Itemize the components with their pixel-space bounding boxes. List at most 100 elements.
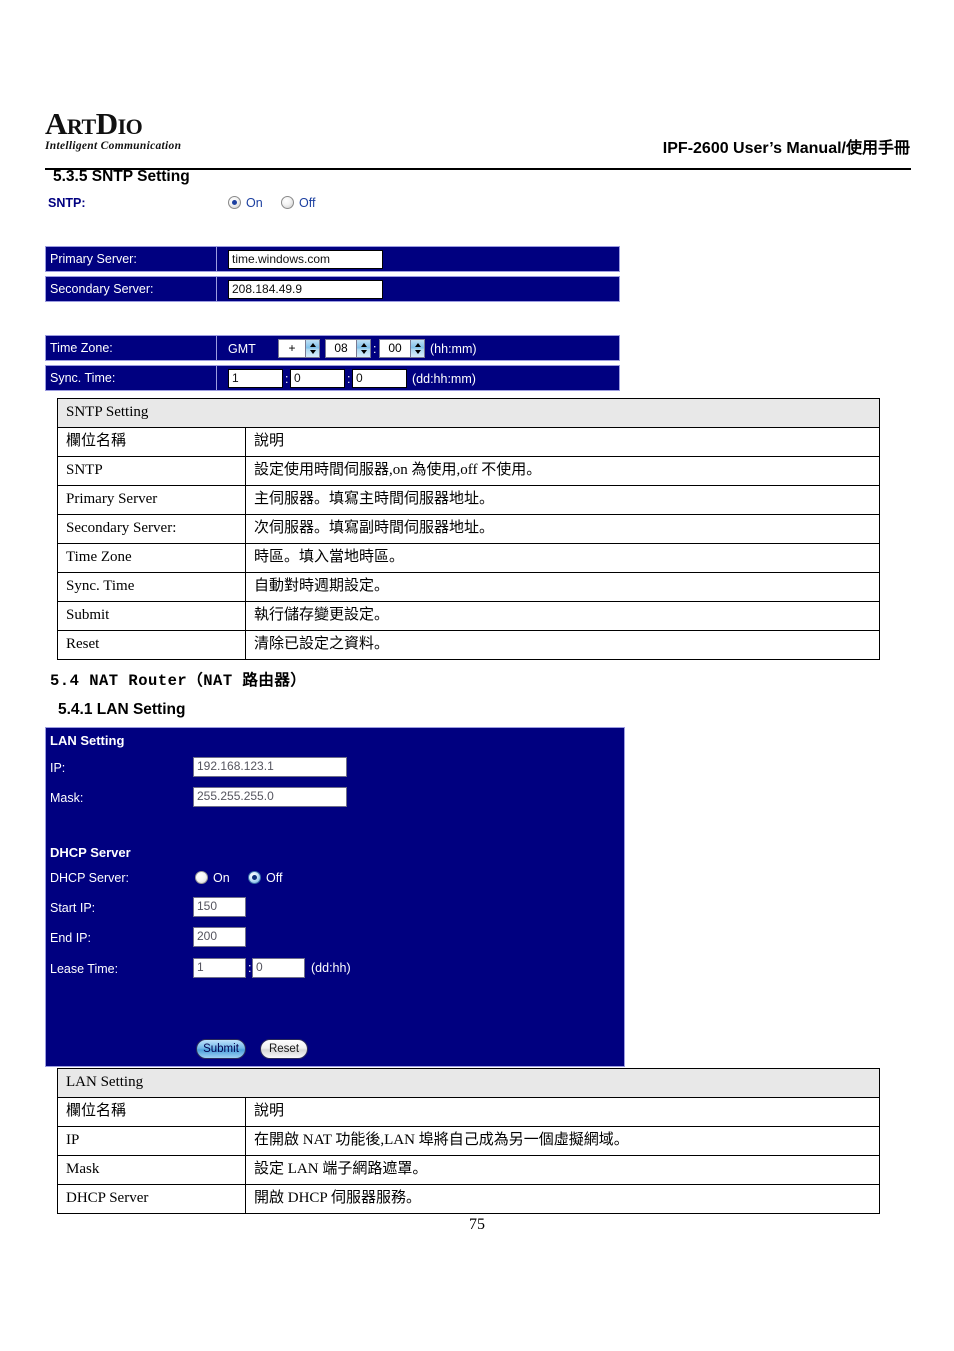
logo-wordmark: ARTDIO bbox=[45, 108, 255, 139]
table-row: DHCP Server 開啟 DHCP 伺服器服務。 bbox=[57, 1184, 880, 1214]
table-row: SNTP 設定使用時間伺服器,on 為使用,off 不使用。 bbox=[57, 456, 881, 486]
secondary-server-label: Secondary Server: bbox=[50, 282, 154, 296]
dhcp-radio-on[interactable] bbox=[195, 871, 208, 884]
mask-input[interactable]: 255.255.255.0 bbox=[193, 787, 347, 807]
reset-button[interactable]: Reset bbox=[260, 1039, 308, 1059]
table-row: 欄位名稱 說明 bbox=[57, 427, 881, 457]
lease-format-hint: (dd:hh) bbox=[311, 961, 351, 975]
timezone-hour-value: 08 bbox=[326, 340, 357, 357]
row-field: Primary Server bbox=[57, 485, 246, 515]
timezone-hour-spinner[interactable]: 08 bbox=[325, 339, 371, 358]
dhcp-radio-off-label: Off bbox=[266, 871, 283, 885]
end-ip-label: End IP: bbox=[50, 931, 91, 945]
row-field: Sync. Time bbox=[57, 572, 246, 602]
row-field: Secondary Server: bbox=[57, 514, 246, 544]
timezone-colon: : bbox=[373, 342, 377, 356]
row-desc: 設定使用時間伺服器,on 為使用,off 不使用。 bbox=[244, 456, 881, 486]
sync-hours-input[interactable]: 0 bbox=[290, 369, 345, 388]
timezone-format-hint: (hh:mm) bbox=[430, 342, 477, 356]
lan-col-header-field: 欄位名稱 bbox=[57, 1097, 246, 1127]
table-row: Sync. Time 自動對時週期設定。 bbox=[57, 572, 881, 602]
dhcp-section-title: DHCP Server bbox=[50, 845, 131, 860]
lan-description-table: LAN Setting 欄位名稱 說明 IP 在開啟 NAT 功能後,LAN 埠… bbox=[57, 1068, 880, 1214]
logo-letters-rt: RT bbox=[66, 114, 96, 139]
row-field: Time Zone bbox=[57, 543, 246, 573]
row-desc: 清除已設定之資料。 bbox=[244, 630, 881, 660]
sync-days-input[interactable]: 1 bbox=[228, 369, 283, 388]
sntp-radio-off[interactable] bbox=[281, 196, 294, 209]
dhcp-radio-on-label: On bbox=[213, 871, 230, 885]
lan-col-header-desc: 說明 bbox=[245, 1097, 880, 1127]
table-header-row: LAN Setting bbox=[57, 1068, 880, 1098]
lease-hours-input[interactable]: 0 bbox=[252, 958, 305, 978]
row-field: DHCP Server bbox=[57, 1184, 246, 1214]
manual-title: IPF-2600 User’s Manual/使用手冊 bbox=[662, 140, 910, 157]
lan-table-title: LAN Setting bbox=[57, 1068, 880, 1098]
sntp-toggle-row bbox=[45, 190, 620, 222]
spinner-arrows-icon[interactable] bbox=[411, 340, 424, 357]
primary-server-input[interactable]: time.windows.com bbox=[228, 250, 383, 269]
timezone-row-divider bbox=[216, 335, 217, 361]
table-row: Submit 執行儲存變更設定。 bbox=[57, 601, 881, 631]
lease-time-label: Lease Time: bbox=[50, 962, 119, 976]
sync-separator-1: : bbox=[285, 372, 289, 386]
start-ip-label: Start IP: bbox=[50, 901, 96, 915]
sync-time-label: Sync. Time: bbox=[50, 371, 116, 385]
sntp-radio-on[interactable] bbox=[228, 196, 241, 209]
timezone-sign-spinner[interactable]: + bbox=[278, 339, 320, 358]
ip-input[interactable]: 192.168.123.1 bbox=[193, 757, 347, 777]
row-desc: 執行儲存變更設定。 bbox=[244, 601, 881, 631]
heading-nat-router: 5.4 NAT Router（NAT 路由器） bbox=[50, 672, 307, 690]
sntp-table-title: SNTP Setting bbox=[56, 398, 881, 428]
logo-letter-d: D bbox=[95, 106, 118, 141]
sync-format-hint: (dd:hh:mm) bbox=[412, 372, 476, 386]
lan-setting-panel bbox=[45, 727, 625, 1067]
end-ip-input[interactable]: 200 bbox=[193, 927, 246, 947]
start-ip-input[interactable]: 150 bbox=[193, 897, 246, 917]
lease-days-input[interactable]: 1 bbox=[193, 958, 246, 978]
page-header: ARTDIO Intelligent Communication IPF-260… bbox=[45, 108, 910, 168]
timezone-sign-value: + bbox=[279, 340, 306, 357]
submit-button[interactable]: Submit bbox=[196, 1039, 246, 1059]
gmt-text: GMT bbox=[228, 342, 256, 356]
row-field: IP bbox=[57, 1126, 246, 1156]
row-field: Reset bbox=[57, 630, 246, 660]
table-header-row: SNTP Setting bbox=[56, 398, 881, 428]
row-desc: 設定 LAN 端子網路遮罩。 bbox=[245, 1155, 880, 1185]
table-row: 欄位名稱 說明 bbox=[57, 1097, 880, 1127]
primary-server-label: Primary Server: bbox=[50, 252, 137, 266]
heading-lan-setting: 5.4.1 LAN Setting bbox=[58, 701, 186, 718]
row-desc: 時區。填入當地時區。 bbox=[244, 543, 881, 573]
row-field: Mask bbox=[57, 1155, 246, 1185]
sntp-col-header-desc: 說明 bbox=[244, 427, 881, 457]
time-zone-label: Time Zone: bbox=[50, 341, 113, 355]
table-row: Reset 清除已設定之資料。 bbox=[57, 630, 881, 660]
sntp-label: SNTP: bbox=[48, 196, 86, 210]
artdio-logo: ARTDIO Intelligent Communication bbox=[45, 108, 255, 152]
sync-row-divider bbox=[216, 365, 217, 391]
mask-label: Mask: bbox=[50, 791, 84, 805]
sntp-col-header-field: 欄位名稱 bbox=[57, 427, 246, 457]
sntp-radio-on-label: On bbox=[246, 196, 263, 210]
sntp-radio-off-label: Off bbox=[299, 196, 316, 210]
lan-panel-title: LAN Setting bbox=[50, 733, 125, 748]
primary-row-divider bbox=[216, 246, 217, 272]
table-row: Primary Server 主伺服器。填寫主時間伺服器地址。 bbox=[57, 485, 881, 515]
timezone-minute-spinner[interactable]: 00 bbox=[379, 339, 425, 358]
secondary-row-divider bbox=[216, 276, 217, 302]
page-number: 75 bbox=[469, 1216, 485, 1233]
spinner-arrows-icon[interactable] bbox=[357, 340, 370, 357]
sntp-description-table: SNTP Setting 欄位名稱 說明 SNTP 設定使用時間伺服器,on 為… bbox=[56, 398, 881, 660]
sync-minutes-input[interactable]: 0 bbox=[352, 369, 407, 388]
row-desc: 自動對時週期設定。 bbox=[244, 572, 881, 602]
logo-letter-a: A bbox=[45, 106, 67, 141]
table-row: Secondary Server: 次伺服器。填寫副時間伺服器地址。 bbox=[57, 514, 881, 544]
dhcp-radio-off[interactable] bbox=[248, 871, 261, 884]
table-row: IP 在開啟 NAT 功能後,LAN 埠將自己成為另一個虛擬網域。 bbox=[57, 1126, 880, 1156]
row-desc: 次伺服器。填寫副時間伺服器地址。 bbox=[244, 514, 881, 544]
secondary-server-input[interactable]: 208.184.49.9 bbox=[228, 280, 383, 299]
spinner-arrows-icon[interactable] bbox=[306, 340, 319, 357]
table-row: Time Zone 時區。填入當地時區。 bbox=[57, 543, 881, 573]
table-row: Mask 設定 LAN 端子網路遮罩。 bbox=[57, 1155, 880, 1185]
row-field: SNTP bbox=[57, 456, 246, 486]
